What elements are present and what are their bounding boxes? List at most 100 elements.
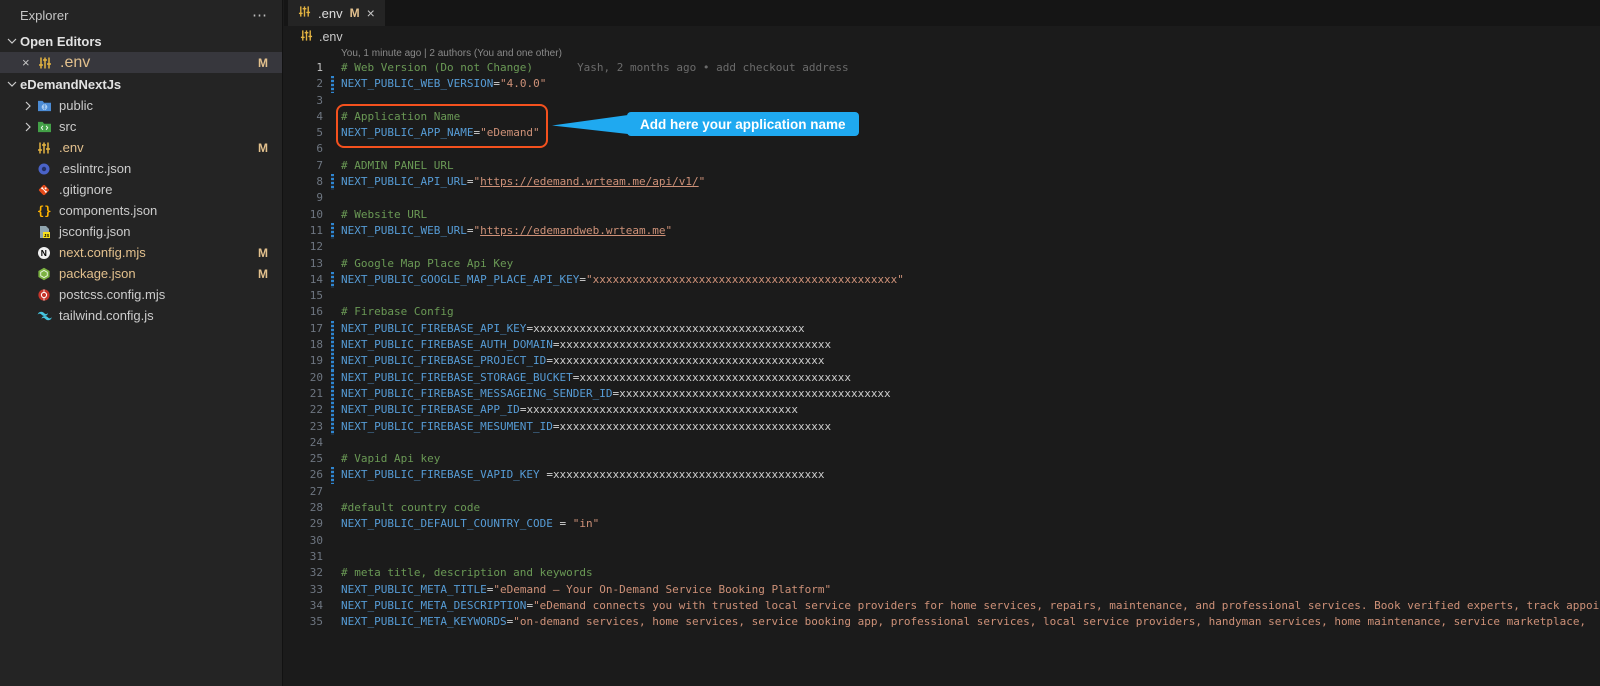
open-editors-section-header[interactable]: Open Editors <box>0 30 282 52</box>
code-line-18[interactable]: 18 NEXT_PUBLIC_FIREBASE_AUTH_DOMAIN=xxxxx… <box>284 337 1600 354</box>
line-number: 7 <box>316 158 323 172</box>
gutter-modified-indicator <box>331 614 334 630</box>
jsconfig-icon: JS <box>37 225 54 239</box>
code-line-16[interactable]: 16 # Firebase Config <box>284 304 1600 320</box>
tab-close-icon[interactable]: × <box>367 5 375 21</box>
code-line-19[interactable]: 19 NEXT_PUBLIC_FIREBASE_PROJECT_ID=xxxxxx… <box>284 353 1600 370</box>
code-line-30[interactable]: 30 <box>284 533 1600 549</box>
gutter-modified-indicator <box>331 484 334 500</box>
code-line-22[interactable]: 22 NEXT_PUBLIC_FIREBASE_APP_ID=xxxxxxxxxx… <box>284 402 1600 419</box>
tree-item-eslintrc[interactable]: .eslintrc.json <box>0 158 282 179</box>
tree-item-public[interactable]: public <box>0 95 282 116</box>
line-number: 35 <box>309 615 323 629</box>
code-line-5[interactable]: 5 NEXT_PUBLIC_APP_NAME="eDemand" <box>284 125 1600 141</box>
code-line-24[interactable]: 24 <box>284 435 1600 451</box>
gutter-modified-indicator <box>331 76 334 93</box>
code-line-25[interactable]: 25 # Vapid Api key <box>284 451 1600 467</box>
gutter-modified-indicator <box>331 141 334 157</box>
tree-item-env[interactable]: .env M <box>0 137 282 158</box>
code-editor[interactable]: You, 1 minute ago | 2 authors (You and o… <box>284 48 1600 686</box>
close-icon[interactable]: × <box>22 55 38 70</box>
code-line-31[interactable]: 31 <box>284 549 1600 565</box>
line-number: 4 <box>316 109 323 123</box>
code-line-26[interactable]: 26 NEXT_PUBLIC_FIREBASE_VAPID_KEY =xxxxxx… <box>284 467 1600 484</box>
tree-item-postcss-config[interactable]: postcss.config.mjs <box>0 284 282 305</box>
gutter-modified-indicator <box>331 435 334 451</box>
code-line-28[interactable]: 28 #default country code <box>284 500 1600 516</box>
code-line-14[interactable]: 14 NEXT_PUBLIC_GOOGLE_MAP_PLACE_API_KEY="… <box>284 271 1600 289</box>
line-number: 22 <box>309 403 323 417</box>
open-editor-label: .env <box>60 53 91 71</box>
code-line-9[interactable]: 9 <box>284 190 1600 206</box>
line-number: 5 <box>316 126 323 140</box>
code-line-6[interactable]: 6 <box>284 141 1600 157</box>
code-line-1[interactable]: 1 # Web Version (Do not Change) Yash, 2 mo… <box>284 60 1600 76</box>
code-line-10[interactable]: 10 # Website URL <box>284 207 1600 223</box>
tree-item-src[interactable]: src <box>0 116 282 137</box>
code-line-7[interactable]: 7 # ADMIN PANEL URL <box>284 158 1600 174</box>
code-line-23[interactable]: 23 NEXT_PUBLIC_FIREBASE_MESUMENT_ID=xxxxx… <box>284 418 1600 435</box>
code-line-11[interactable]: 11 NEXT_PUBLIC_WEB_URL="https://edemandwe… <box>284 222 1600 240</box>
folder-src-icon <box>37 120 54 133</box>
tree-item-tailwind-config[interactable]: tailwind.config.js <box>0 305 282 326</box>
open-editor-item-env[interactable]: × .env M <box>0 52 282 73</box>
line-number: 31 <box>309 549 323 563</box>
breadcrumb-file[interactable]: .env <box>319 30 343 44</box>
gitlens-authors-codelens[interactable]: You, 1 minute ago | 2 authors (You and o… <box>284 48 1600 60</box>
gutter-modified-indicator <box>331 207 334 223</box>
git-icon <box>37 183 54 197</box>
callout-text: Add here your application name <box>640 116 846 132</box>
editor-tab-strip: .env M × <box>284 0 1600 26</box>
code-line-32[interactable]: 32 # meta title, description and keywords <box>284 565 1600 581</box>
code-line-29[interactable]: 29 NEXT_PUBLIC_DEFAULT_COUNTRY_CODE = "in… <box>284 516 1600 532</box>
env-sliders-icon <box>300 29 313 45</box>
tree-item-gitignore[interactable]: .gitignore <box>0 179 282 200</box>
line-number: 28 <box>309 501 323 515</box>
tree-item-next-config[interactable]: N next.config.mjs M <box>0 242 282 263</box>
gutter-modified-indicator <box>331 402 334 419</box>
line-number: 10 <box>309 207 323 221</box>
gutter-modified-indicator <box>331 222 334 240</box>
code-line-15[interactable]: 15 <box>284 288 1600 304</box>
gutter-modified-indicator <box>331 158 334 174</box>
code-line-33[interactable]: 33 NEXT_PUBLIC_META_TITLE="eDemand – Your… <box>284 582 1600 598</box>
code-line-13[interactable]: 13 # Google Map Place Api Key <box>284 256 1600 272</box>
package-icon <box>37 267 54 281</box>
views-more-actions-icon[interactable]: ⋯ <box>252 6 268 24</box>
project-folder-header[interactable]: eDemandNextJs <box>0 73 282 95</box>
code-line-17[interactable]: 17 NEXT_PUBLIC_FIREBASE_API_KEY=xxxxxxxxx… <box>284 320 1600 338</box>
code-line-2[interactable]: 2 NEXT_PUBLIC_WEB_VERSION="4.0.0" <box>284 76 1600 93</box>
tab-env[interactable]: .env M × <box>288 0 385 26</box>
modified-badge: M <box>258 266 268 281</box>
code-line-34[interactable]: 34 NEXT_PUBLIC_META_DESCRIPTION="eDemand … <box>284 598 1600 614</box>
tree-item-components-json[interactable]: {} components.json <box>0 200 282 221</box>
code-line-3[interactable]: 3 <box>284 93 1600 109</box>
code-line-21[interactable]: 21 NEXT_PUBLIC_FIREBASE_MESSAGEING_SENDER… <box>284 385 1600 403</box>
line-number: 14 <box>309 272 323 286</box>
tree-item-package-json[interactable]: package.json M <box>0 263 282 284</box>
tab-modified-badge: M <box>349 6 360 20</box>
code-line-8[interactable]: 8 NEXT_PUBLIC_API_URL="https://edemand.wr… <box>284 174 1600 191</box>
line-number: 3 <box>316 93 323 107</box>
line-number: 16 <box>309 305 323 319</box>
explorer-title: Explorer <box>20 7 69 23</box>
tab-label: .env <box>318 5 343 21</box>
code-line-35[interactable]: 35 NEXT_PUBLIC_META_KEYWORDS="on-demand s… <box>284 614 1600 630</box>
gutter-modified-indicator <box>331 598 334 614</box>
code-line-27[interactable]: 27 <box>284 484 1600 500</box>
line-number: 23 <box>309 419 323 433</box>
gutter-modified-indicator <box>331 93 334 109</box>
env-sliders-icon <box>298 5 311 21</box>
line-number: 24 <box>309 435 323 449</box>
vscode-window: Explorer ⋯ Open Editors × .env M eDemand… <box>0 0 1600 686</box>
code-line-20[interactable]: 20 NEXT_PUBLIC_FIREBASE_STORAGE_BUCKET=xx… <box>284 369 1600 386</box>
line-number: 25 <box>309 452 323 466</box>
gutter-modified-indicator <box>331 271 334 289</box>
code-line-12[interactable]: 12 <box>284 239 1600 255</box>
modified-badge: M <box>258 140 268 155</box>
code-line-4[interactable]: 4 # Application Name <box>284 109 1600 125</box>
gutter-modified-indicator <box>331 565 334 581</box>
tree-item-jsconfig[interactable]: JS jsconfig.json <box>0 221 282 242</box>
breadcrumb[interactable]: .env <box>284 26 1600 48</box>
gutter-modified-indicator <box>331 337 334 354</box>
